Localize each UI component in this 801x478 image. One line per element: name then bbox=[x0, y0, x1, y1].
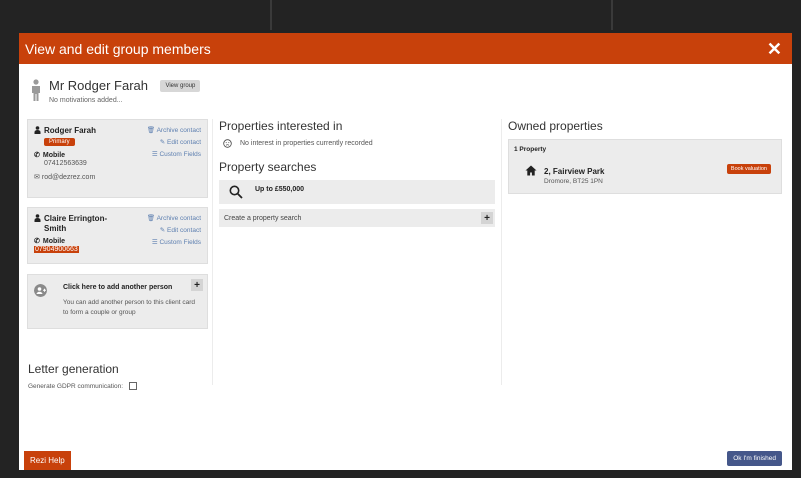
add-person-button[interactable]: + bbox=[191, 279, 203, 291]
create-search-label: Create a property search bbox=[224, 214, 302, 222]
group-person-name: Mr Rodger Farah bbox=[49, 78, 148, 93]
archive-contact-link[interactable]: Archive contact bbox=[157, 127, 201, 134]
motivations-text: No motivations added... bbox=[49, 97, 123, 104]
contact-actions: 🗑 Archive contact ✎ Edit contact ☰ Custo… bbox=[147, 213, 201, 249]
background-divider bbox=[270, 0, 272, 30]
letter-generation-section: Letter generation Generate GDPR communic… bbox=[28, 362, 138, 390]
contact-name: Claire Errington-Smith bbox=[44, 214, 108, 233]
property-address[interactable]: 2, Fairview Park bbox=[544, 167, 604, 176]
gdpr-label: Generate GDPR communication: bbox=[28, 382, 124, 390]
phone-number[interactable]: 07904900663 bbox=[34, 246, 79, 253]
background-divider bbox=[611, 0, 613, 30]
contact-actions: 🗑 Archive contact ✎ Edit contact ☰ Custo… bbox=[147, 125, 201, 161]
add-person-title: Click here to add another person bbox=[63, 284, 173, 291]
contact-card: Claire Errington-Smith ✆ Mobile 07904900… bbox=[27, 207, 208, 264]
group-header: Mr Rodger Farah View group No motivation… bbox=[29, 77, 201, 104]
property-search-item[interactable]: Up to £550,000 bbox=[219, 180, 495, 204]
view-group-button[interactable]: View group bbox=[160, 79, 201, 92]
person-icon bbox=[32, 79, 40, 101]
edit-contact-link[interactable]: Edit contact bbox=[167, 139, 201, 146]
list-icon: ☰ bbox=[151, 239, 158, 246]
create-search-row[interactable]: Create a property search + bbox=[219, 209, 495, 227]
owned-properties-title: Owned properties bbox=[508, 119, 603, 133]
group-members-modal: View and edit group members ✕ Mr Rodger … bbox=[19, 33, 792, 470]
modal-title: View and edit group members bbox=[25, 40, 211, 57]
search-icon bbox=[229, 185, 243, 199]
phone-type-label: Mobile bbox=[42, 151, 66, 159]
pencil-icon: ✎ bbox=[159, 139, 166, 146]
user-icon bbox=[34, 214, 41, 222]
contact-name: Rodger Farah bbox=[44, 126, 97, 135]
close-button[interactable]: ✕ bbox=[767, 40, 782, 58]
create-search-button[interactable]: + bbox=[481, 212, 493, 224]
phone-type-label: Mobile bbox=[42, 237, 66, 245]
owned-property-card: 1 Property 2, Fairview Park Dromore, BT2… bbox=[508, 139, 782, 194]
email-address[interactable]: rod@dezrez.com bbox=[42, 174, 95, 181]
archive-icon: 🗑 bbox=[146, 215, 156, 222]
add-person-description: You can add another person to this clien… bbox=[63, 299, 196, 316]
edit-contact-link[interactable]: Edit contact bbox=[167, 227, 201, 234]
property-town: Dromore, BT25 1PN bbox=[544, 178, 603, 185]
properties-interested-title: Properties interested in bbox=[219, 119, 343, 133]
envelope-icon: ✉ bbox=[34, 174, 40, 181]
letter-generation-title: Letter generation bbox=[28, 362, 119, 376]
archive-icon: 🗑 bbox=[146, 127, 156, 134]
add-person-card[interactable]: Click here to add another person You can… bbox=[27, 274, 208, 329]
sad-face-icon bbox=[223, 139, 232, 148]
archive-contact-link[interactable]: Archive contact bbox=[157, 215, 201, 222]
primary-badge: Primary bbox=[44, 138, 75, 146]
column-divider bbox=[212, 119, 213, 385]
rezi-help-button[interactable]: Rezi Help bbox=[24, 451, 71, 470]
column-divider bbox=[501, 119, 502, 385]
user-icon bbox=[34, 126, 41, 134]
contact-card: Rodger Farah Primary ✆ Mobile 0741256363… bbox=[27, 119, 208, 198]
owned-properties-column: Owned properties 1 Property 2, Fairview … bbox=[508, 119, 782, 194]
book-valuation-button[interactable]: Book valuation bbox=[726, 164, 771, 174]
phone-icon: ✆ bbox=[34, 238, 40, 245]
no-interest-text: No interest in properties currently reco… bbox=[240, 140, 373, 147]
contacts-column: Rodger Farah Primary ✆ Mobile 0741256363… bbox=[27, 119, 208, 329]
properties-column: Properties interested in No interest in … bbox=[219, 119, 495, 227]
property-count: 1 Property bbox=[514, 146, 547, 153]
property-searches-title: Property searches bbox=[219, 160, 317, 174]
search-criteria: Up to £550,000 bbox=[255, 185, 305, 193]
custom-fields-link[interactable]: Custom Fields bbox=[159, 151, 201, 158]
add-user-icon bbox=[34, 284, 47, 297]
modal-header: View and edit group members ✕ bbox=[19, 33, 792, 64]
phone-icon: ✆ bbox=[34, 152, 40, 159]
ok-finished-button[interactable]: Ok I'm finished bbox=[727, 451, 782, 466]
phone-number[interactable]: 07412563639 bbox=[44, 160, 201, 167]
custom-fields-link[interactable]: Custom Fields bbox=[159, 239, 201, 246]
house-icon bbox=[525, 165, 537, 176]
pencil-icon: ✎ bbox=[159, 227, 166, 234]
gdpr-checkbox[interactable] bbox=[129, 382, 138, 390]
list-icon: ☰ bbox=[151, 151, 158, 158]
